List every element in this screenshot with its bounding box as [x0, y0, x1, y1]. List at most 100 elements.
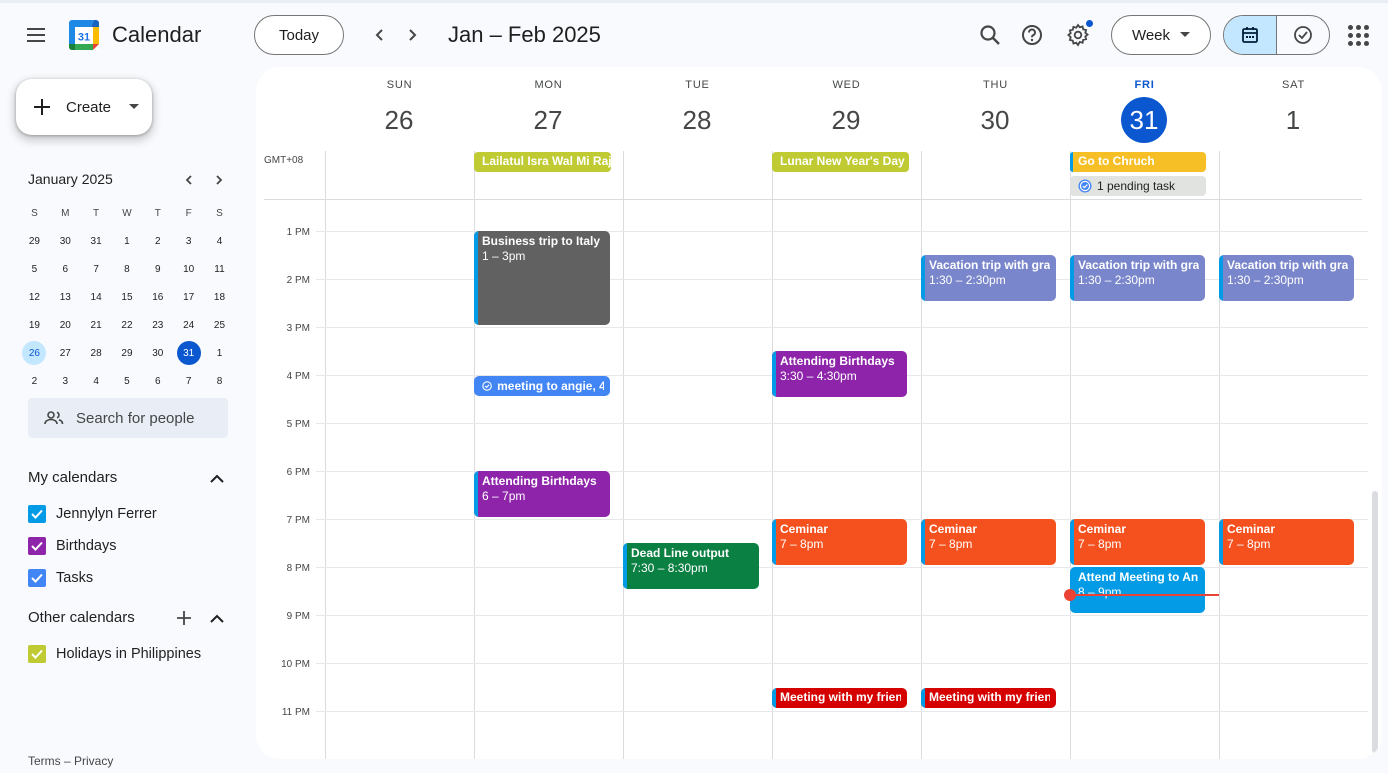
tasks-view-icon[interactable]: [1277, 16, 1330, 54]
create-button[interactable]: Create: [16, 79, 152, 135]
mini-day[interactable]: 4: [81, 367, 112, 395]
all-day-event-holiday[interactable]: Lailatul Isra Wal Mi Raj: [474, 152, 611, 172]
mini-day[interactable]: 13: [50, 283, 81, 311]
mini-day[interactable]: 8: [204, 367, 235, 395]
mini-day[interactable]: 24: [173, 311, 204, 339]
mini-day[interactable]: 29: [19, 227, 50, 255]
mini-day[interactable]: 9: [142, 255, 173, 283]
task-meeting-angie[interactable]: meeting to angie, 4pm: [474, 376, 610, 396]
event-seminar[interactable]: Ceminar 7 – 8pm: [772, 519, 907, 565]
checkbox-checked-icon[interactable]: [28, 505, 46, 523]
app-title: Calendar: [112, 22, 202, 47]
view-selector-button[interactable]: Week: [1111, 15, 1211, 55]
mini-day[interactable]: 27: [50, 339, 81, 367]
event-meeting-friends[interactable]: Meeting with my friends: [921, 688, 1056, 708]
mini-day[interactable]: 3: [50, 367, 81, 395]
mini-day[interactable]: 29: [112, 339, 143, 367]
mini-day[interactable]: 1: [204, 339, 235, 367]
mini-day[interactable]: 16: [142, 283, 173, 311]
day-number[interactable]: 30: [972, 97, 1018, 143]
event-attending-birthdays[interactable]: Attending Birthdays 6 – 7pm: [474, 471, 610, 517]
day-number[interactable]: 29: [823, 97, 869, 143]
mini-day[interactable]: 14: [81, 283, 112, 311]
current-time-dot: [1064, 589, 1076, 601]
event-attend-meeting-ann[interactable]: Attend Meeting to Ann 8 – 9pm: [1070, 567, 1205, 613]
mini-day[interactable]: 31: [81, 227, 112, 255]
mini-day[interactable]: 8: [112, 255, 143, 283]
terms-privacy-links[interactable]: Terms – Privacy: [28, 754, 113, 768]
my-calendars-title[interactable]: My calendars: [28, 469, 117, 486]
event-vacation-trip[interactable]: Vacation trip with grades 1:30 – 2:30pm: [921, 255, 1056, 301]
mini-day[interactable]: 23: [142, 311, 173, 339]
main-menu-icon[interactable]: [16, 15, 56, 55]
mini-day[interactable]: 22: [112, 311, 143, 339]
other-calendars-title[interactable]: Other calendars: [28, 609, 135, 626]
mini-day[interactable]: 1: [112, 227, 143, 255]
mini-day[interactable]: 15: [112, 283, 143, 311]
mini-day[interactable]: 6: [142, 367, 173, 395]
mini-day[interactable]: 7: [81, 255, 112, 283]
mini-day-selected[interactable]: 26: [19, 339, 50, 367]
calendar-item-holidays-ph[interactable]: Holidays in Philippines: [28, 645, 201, 663]
today-button[interactable]: Today: [254, 15, 344, 55]
day-number-today[interactable]: 31: [1121, 97, 1167, 143]
mini-day[interactable]: 19: [19, 311, 50, 339]
mini-day[interactable]: 25: [204, 311, 235, 339]
search-icon[interactable]: [970, 15, 1010, 55]
google-apps-icon[interactable]: [1340, 15, 1376, 55]
checkbox-checked-icon[interactable]: [28, 537, 46, 555]
event-meeting-friends[interactable]: Meeting with my friends: [772, 688, 907, 708]
day-number[interactable]: 26: [376, 97, 422, 143]
mini-day-today[interactable]: 31: [173, 339, 204, 367]
mini-day[interactable]: 28: [81, 339, 112, 367]
pending-task-chip[interactable]: 1 pending task: [1070, 176, 1206, 196]
mini-day[interactable]: 2: [142, 227, 173, 255]
all-day-event-holiday[interactable]: Lunar New Year's Day: [772, 152, 909, 172]
mini-day[interactable]: 30: [142, 339, 173, 367]
event-vacation-trip[interactable]: Vacation trip with grades 1:30 – 2:30pm: [1219, 255, 1354, 301]
add-other-calendar-icon[interactable]: [174, 608, 194, 628]
event-deadline-output[interactable]: Dead Line output 7:30 – 8:30pm: [623, 543, 759, 589]
mini-day[interactable]: 3: [173, 227, 204, 255]
collapse-my-calendars-icon[interactable]: [207, 468, 227, 488]
event-seminar[interactable]: Ceminar 7 – 8pm: [921, 519, 1056, 565]
day-number[interactable]: 1: [1270, 97, 1316, 143]
mini-day[interactable]: 6: [50, 255, 81, 283]
all-day-event-church[interactable]: Go to Chruch: [1070, 152, 1206, 172]
previous-week-icon[interactable]: [365, 20, 395, 50]
mini-day[interactable]: 5: [19, 255, 50, 283]
calendar-view-icon[interactable]: [1224, 16, 1277, 54]
event-attending-birthdays[interactable]: Attending Birthdays 3:30 – 4:30pm: [772, 351, 907, 397]
event-business-trip[interactable]: Business trip to Italy 1 – 3pm: [474, 231, 610, 325]
event-seminar[interactable]: Ceminar 7 – 8pm: [1070, 519, 1205, 565]
mini-day[interactable]: 11: [204, 255, 235, 283]
calendar-item-jennylyn[interactable]: Jennylyn Ferrer: [28, 505, 157, 523]
week-scrollbar[interactable]: [1372, 491, 1378, 753]
mini-day[interactable]: 2: [19, 367, 50, 395]
mini-day[interactable]: 21: [81, 311, 112, 339]
checkbox-checked-icon[interactable]: [28, 645, 46, 663]
mini-day[interactable]: 5: [112, 367, 143, 395]
mini-day[interactable]: 4: [204, 227, 235, 255]
mini-day[interactable]: 18: [204, 283, 235, 311]
calendar-logo-icon[interactable]: 31: [67, 18, 101, 52]
search-people-input[interactable]: Search for people: [28, 398, 228, 438]
next-week-icon[interactable]: [397, 20, 427, 50]
mini-next-month-icon[interactable]: [209, 170, 229, 190]
help-icon[interactable]: [1012, 15, 1052, 55]
mini-day[interactable]: 7: [173, 367, 204, 395]
mini-day[interactable]: 30: [50, 227, 81, 255]
mini-day[interactable]: 17: [173, 283, 204, 311]
collapse-other-calendars-icon[interactable]: [207, 608, 227, 628]
mini-previous-month-icon[interactable]: [179, 170, 199, 190]
event-seminar[interactable]: Ceminar 7 – 8pm: [1219, 519, 1354, 565]
calendar-item-tasks[interactable]: Tasks: [28, 569, 93, 587]
day-number[interactable]: 27: [525, 97, 571, 143]
calendar-item-birthdays[interactable]: Birthdays: [28, 537, 116, 555]
day-number[interactable]: 28: [674, 97, 720, 143]
event-vacation-trip[interactable]: Vacation trip with grades 1:30 – 2:30pm: [1070, 255, 1205, 301]
mini-day[interactable]: 12: [19, 283, 50, 311]
mini-day[interactable]: 20: [50, 311, 81, 339]
mini-day[interactable]: 10: [173, 255, 204, 283]
checkbox-checked-icon[interactable]: [28, 569, 46, 587]
